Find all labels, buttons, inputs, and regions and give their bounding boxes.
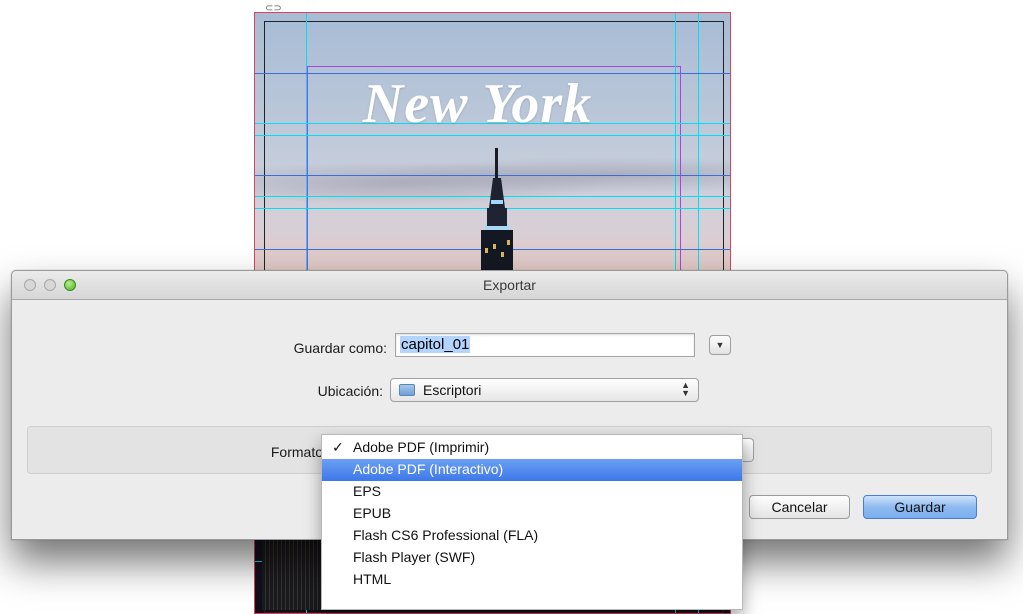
- menu-item-label: EPUB: [353, 505, 392, 521]
- chevron-down-icon: ▼: [715, 340, 725, 350]
- save-as-input[interactable]: capitol_01: [395, 333, 695, 357]
- menu-item-label: Flash Player (SWF): [353, 549, 476, 565]
- menu-item-label: Adobe PDF (Interactivo): [353, 461, 504, 477]
- title-bar[interactable]: Exportar: [12, 271, 1007, 300]
- menu-item-flash-fla[interactable]: Flash CS6 Professional (FLA): [322, 525, 742, 547]
- cancel-button[interactable]: Cancelar: [749, 495, 850, 519]
- updown-arrows-icon: ▲ ▼: [681, 380, 690, 398]
- expand-dialog-button[interactable]: ▼: [709, 335, 731, 355]
- menu-item-label: Flash CS6 Professional (FLA): [353, 527, 539, 543]
- menu-item-eps[interactable]: EPS: [322, 481, 742, 503]
- menu-item-html[interactable]: HTML: [322, 569, 742, 591]
- empire-state-building-image: [481, 148, 513, 270]
- save-as-value: capitol_01: [400, 336, 471, 353]
- location-select[interactable]: Escriptori ▲ ▼: [390, 378, 699, 402]
- menu-item-label: HTML: [353, 571, 392, 587]
- headline-new-york: New York: [362, 73, 593, 135]
- location-label: Ubicación:: [317, 383, 383, 399]
- save-as-label: Guardar como:: [293, 340, 387, 356]
- format-label: Formato: [270, 444, 323, 460]
- menu-item-label: Adobe PDF (Imprimir): [353, 439, 490, 455]
- link-icon: ⊂⊃: [265, 3, 282, 14]
- menu-item-label: EPS: [353, 483, 382, 499]
- location-value: Escriptori: [423, 382, 482, 398]
- save-button[interactable]: Guardar: [863, 495, 977, 519]
- menu-item-flash-swf[interactable]: Flash Player (SWF): [322, 547, 742, 569]
- menu-item-adobe-pdf-print[interactable]: ✓ Adobe PDF (Imprimir): [322, 437, 742, 459]
- menu-item-epub[interactable]: EPUB: [322, 503, 742, 525]
- checkmark-icon: ✓: [332, 439, 344, 455]
- window-title: Exportar: [483, 277, 536, 293]
- menu-item-adobe-pdf-interactive[interactable]: Adobe PDF (Interactivo): [322, 459, 742, 481]
- folder-icon: [399, 384, 415, 396]
- format-menu: ✓ Adobe PDF (Imprimir) Adobe PDF (Intera…: [321, 434, 743, 610]
